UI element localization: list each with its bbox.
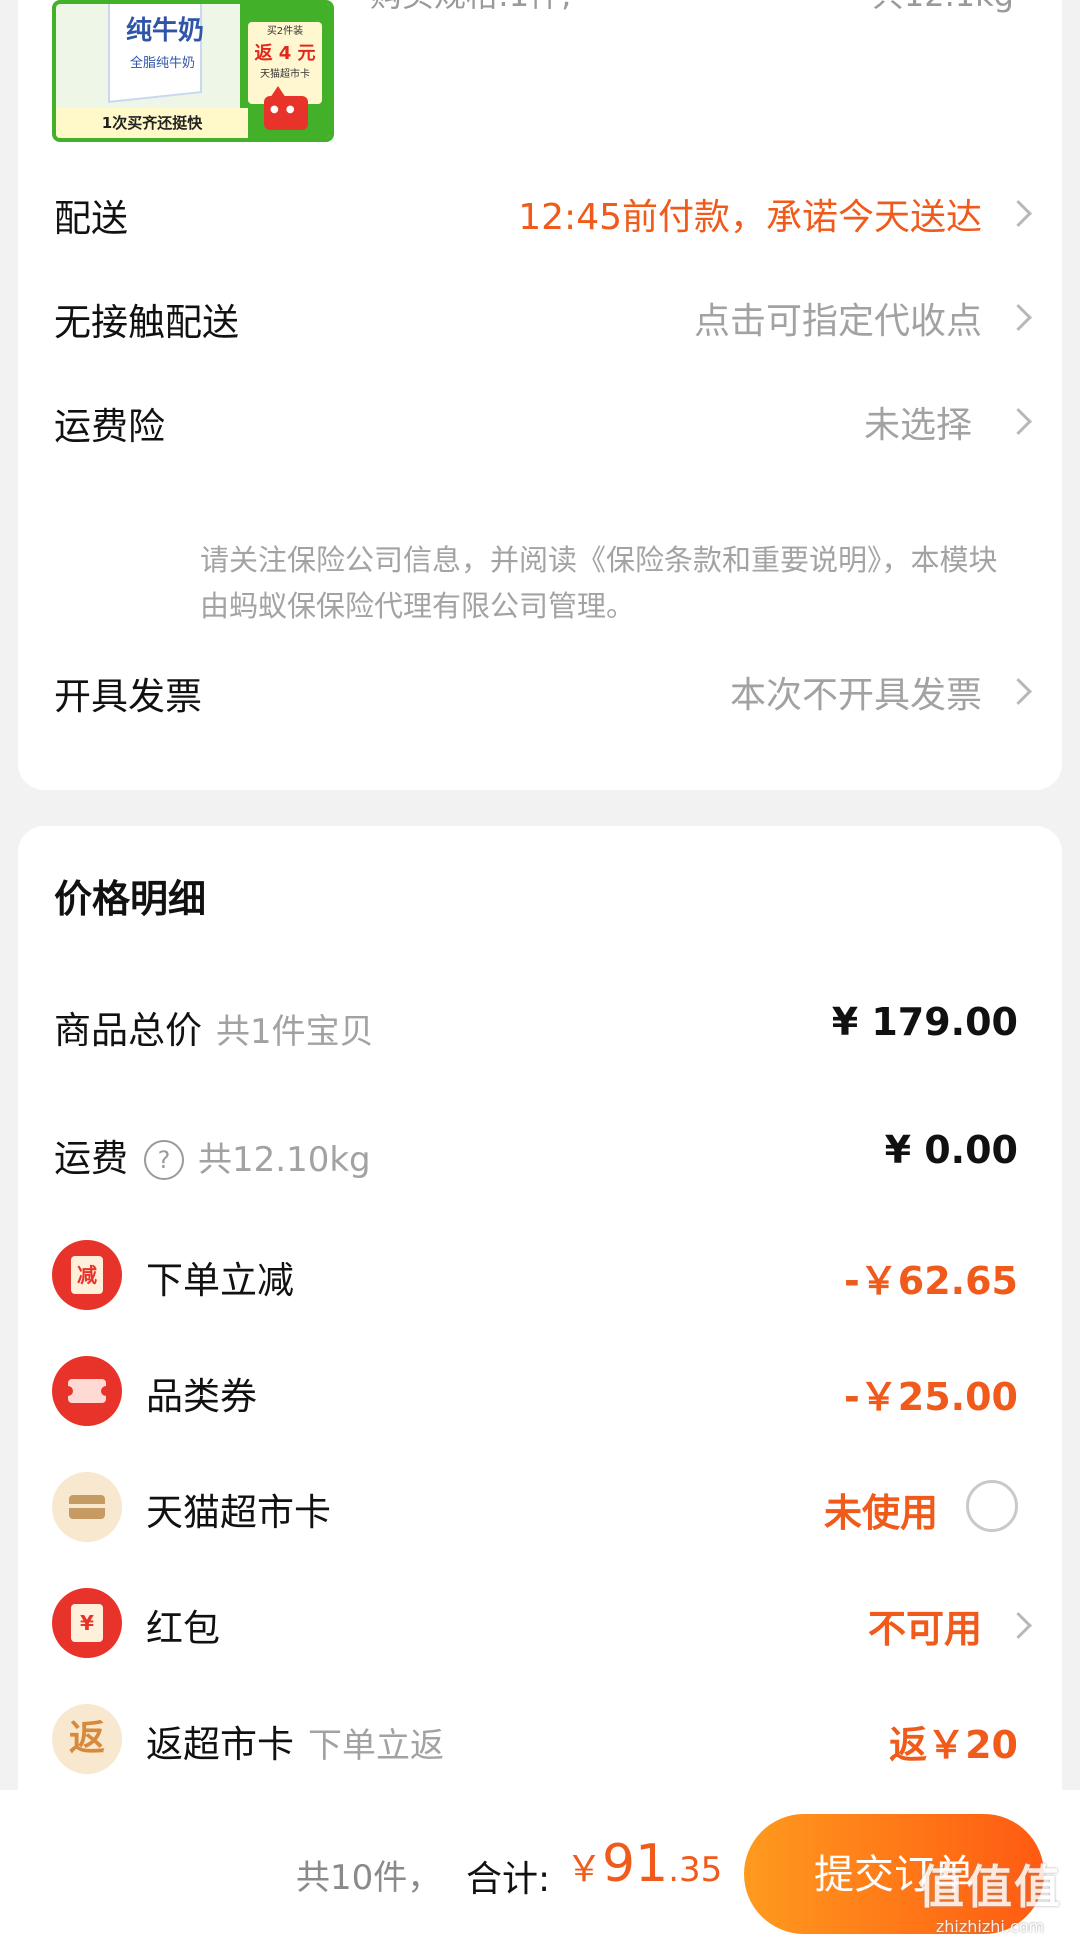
thumb-brand-text: 纯牛奶 bbox=[126, 16, 205, 46]
tmall-card-label: 天猫超市卡 bbox=[146, 1491, 331, 1534]
rebate-card-label: 返超市卡 下单立返 bbox=[146, 1714, 444, 1768]
question-icon[interactable]: ? bbox=[144, 1140, 184, 1180]
rebate-card-sub: 下单立返 bbox=[308, 1726, 444, 1766]
category-coupon-label: 品类券 bbox=[146, 1375, 257, 1418]
ticket-shape bbox=[63, 1379, 111, 1403]
promo-top-text: 买2件装 bbox=[266, 26, 304, 37]
category-coupon-value[interactable]: -￥25.00 bbox=[844, 1366, 1018, 1421]
discount-icon-glyph: 减 bbox=[71, 1256, 103, 1294]
rebate-icon: 返 bbox=[52, 1704, 122, 1774]
total-label: 合计: bbox=[466, 1859, 551, 1900]
product-thumbnail[interactable]: 纯牛奶 全脂纯牛奶 买2件装 返 4 元 天猫超市卡 1次买齐还挺快 bbox=[52, 0, 334, 142]
red-packet-icon: ¥ bbox=[52, 1588, 122, 1658]
red-packet-value[interactable]: 不可用 bbox=[868, 1598, 982, 1653]
option-label: 无接触配送 bbox=[54, 301, 239, 344]
goods-total-value: ¥ 179.00 bbox=[831, 1000, 1018, 1044]
option-value: 点击可指定代收点 bbox=[693, 301, 982, 342]
option-value: 未选择 bbox=[863, 405, 972, 446]
card-shape bbox=[69, 1495, 105, 1519]
site-watermark: 值值值 zhizhizhi.com bbox=[918, 1851, 1062, 1936]
price-detail-title: 价格明细 bbox=[54, 877, 207, 921]
watermark-url: zhizhizhi.com bbox=[935, 1917, 1045, 1936]
price-detail-card: 价格明细 商品总价 共1件宝贝 ¥ 179.00 运费? 共12.10kg ¥ 0.… bbox=[18, 826, 1062, 1926]
watermark-logo: 值值值 bbox=[918, 1860, 1062, 1914]
rebate-card-value: 返￥20 bbox=[889, 1723, 1018, 1767]
instant-discount-label: 下单立减 bbox=[146, 1259, 294, 1302]
rebate-card-text: 返超市卡 bbox=[146, 1723, 294, 1766]
promo-big-text: 返 4 元 bbox=[254, 43, 316, 64]
currency-symbol: ￥ bbox=[566, 1849, 603, 1890]
goods-total-label: 商品总价 共1件宝贝 bbox=[54, 1000, 374, 1054]
total-price-integer: 91 bbox=[602, 1834, 669, 1894]
rebate-icon-glyph: 返 bbox=[68, 1718, 105, 1759]
option-label: 配送 bbox=[54, 197, 128, 240]
promo-card-text: 天猫超市卡 bbox=[260, 69, 310, 80]
goods-total-sub: 共1件宝贝 bbox=[216, 1012, 374, 1052]
shipping-fee-text: 运费 bbox=[54, 1137, 128, 1180]
shipping-fee-value: ¥ 0.00 bbox=[884, 1128, 1018, 1172]
thumb-sub-text: 全脂纯牛奶 bbox=[130, 56, 196, 71]
goods-total-text: 商品总价 bbox=[54, 1009, 202, 1052]
chevron-right-icon bbox=[1005, 304, 1032, 331]
option-label: 运费险 bbox=[54, 405, 165, 448]
instant-discount-value: -￥62.65 bbox=[844, 1259, 1018, 1303]
coupon-ticket-icon bbox=[52, 1356, 122, 1426]
total-price: ￥91.35 bbox=[566, 1834, 722, 1894]
thumb-caption: 1次买齐还挺快 bbox=[56, 108, 248, 138]
chevron-right-icon bbox=[1005, 408, 1032, 435]
red-packet-icon-glyph: ¥ bbox=[71, 1604, 103, 1642]
red-packet-label: 红包 bbox=[146, 1607, 220, 1650]
tmall-card-value: 未使用 bbox=[823, 1491, 938, 1535]
discount-icon: 减 bbox=[52, 1240, 122, 1310]
total-price-decimal: .35 bbox=[668, 1850, 723, 1890]
tmall-cat-icon bbox=[264, 86, 308, 130]
chevron-right-icon bbox=[1005, 1612, 1032, 1639]
shipping-fee-label: 运费? 共12.10kg bbox=[54, 1128, 371, 1182]
shipping-weight-sub: 共12.10kg bbox=[198, 1140, 371, 1180]
tmall-card-radio[interactable] bbox=[966, 1480, 1018, 1532]
chevron-right-icon bbox=[1005, 678, 1032, 705]
option-label: 开具发票 bbox=[54, 675, 202, 718]
product-spec: 购买规格:1件; bbox=[370, 0, 572, 16]
chevron-right-icon bbox=[1005, 200, 1032, 227]
card-icon bbox=[52, 1472, 122, 1542]
option-value: 本次不开具发票 bbox=[729, 675, 982, 716]
product-weight: 共12.1kg bbox=[872, 0, 1014, 16]
order-options-card: 纯牛奶 全脂纯牛奶 买2件装 返 4 元 天猫超市卡 1次买齐还挺快 购买规格:… bbox=[18, 0, 1062, 790]
insurance-note: 请关注保险公司信息，并阅读《保险条款和重要说明》，本模块由蚂蚁保保险代理有限公司… bbox=[200, 543, 998, 623]
bottom-checkout-bar: 共10件， 合计: ￥91.35 提交订单 值值值 zhizhizhi.com bbox=[0, 1790, 1080, 1954]
option-value: 12:45前付款，承诺今天送达 bbox=[518, 197, 982, 238]
item-count: 共10件， bbox=[296, 1858, 442, 1898]
